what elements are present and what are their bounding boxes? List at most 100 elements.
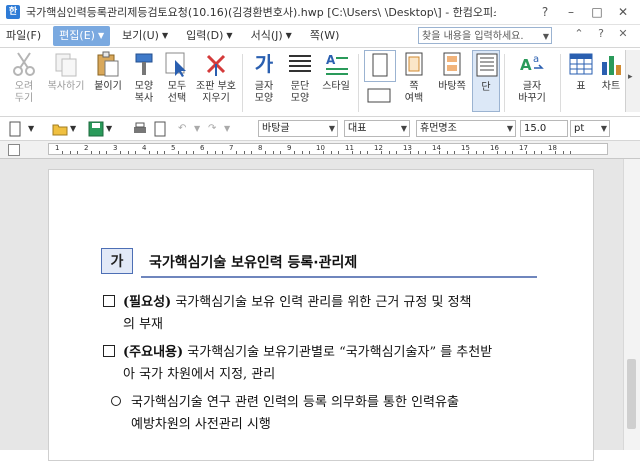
ruler-tick (185, 151, 187, 154)
ruler-tick (62, 151, 64, 154)
menu-view[interactable]: 보기(U) ▼ (116, 26, 174, 46)
style-button[interactable]: A 스타일 (318, 50, 354, 93)
cut-label: 오려 두기 (14, 81, 34, 104)
ribbon-separator (242, 54, 243, 112)
chevron-down-icon[interactable]: ▼ (543, 28, 549, 45)
clear-marks-button[interactable]: 조판 부호 지우기 (194, 50, 238, 105)
paragraph-1-line2: 의 부재 (123, 317, 164, 332)
heading-marker: 가 (101, 248, 133, 274)
chevron-down-icon[interactable]: ▼ (194, 121, 200, 137)
copy-button[interactable]: 복사하기 (44, 50, 88, 93)
master-page-button[interactable]: 바탕쪽 (434, 50, 470, 93)
menu-file[interactable]: 파일(F) (0, 26, 47, 46)
ruler-tick (424, 151, 426, 154)
menu-format[interactable]: 서식(J) ▼ (245, 26, 298, 46)
ruler-tick (410, 151, 412, 154)
ruler-tick (236, 151, 238, 154)
minimize-icon[interactable]: – (558, 2, 584, 22)
clear-marks-label: 조판 부호 지우기 (196, 81, 236, 104)
chevron-down-icon[interactable]: ▼ (224, 121, 230, 137)
page-landscape-button[interactable] (364, 86, 394, 107)
chevron-right-icon[interactable]: ▸ (628, 72, 633, 82)
page-portrait-icon (366, 51, 394, 79)
page-margin-icon (400, 50, 428, 78)
ruler-tick (417, 151, 419, 154)
ribbon-separator (560, 54, 561, 112)
square-bullet-icon (103, 295, 115, 307)
undo-icon[interactable]: ↶ (178, 121, 186, 137)
menu-page-label: 쪽(W) (309, 29, 340, 42)
format-painter-button[interactable]: 모양 복사 (128, 50, 160, 105)
ruler[interactable]: 1 2 3 4 5 6 7 8 9 10 11 12 13 14 15 16 17 18 (0, 141, 640, 159)
ruler-tick (366, 151, 368, 154)
ruler-tick (511, 151, 513, 154)
section-heading: 가 국가핵심기술 보유인력 등록·관리제 (101, 248, 537, 278)
ruler-tick (395, 151, 397, 154)
ribbon-scroll[interactable]: ▸ (625, 50, 640, 112)
language-select[interactable]: 대표 ▼ (344, 120, 410, 137)
circle-bullet-icon (111, 396, 121, 406)
ruler-tick (134, 151, 136, 154)
clear-marks-icon (202, 50, 230, 78)
font-size-input[interactable]: 15.0 (520, 120, 568, 137)
scrollbar-thumb[interactable] (627, 359, 636, 429)
chevron-down-icon[interactable]: ▼ (70, 121, 76, 137)
maximize-icon[interactable]: □ (584, 2, 610, 22)
format-painter-icon (130, 50, 158, 78)
ruler-tick (526, 151, 528, 154)
document-page[interactable]: 가 국가핵심기술 보유인력 등록·관리제 (필요성) 국가핵심기술 보유 인력 … (48, 169, 594, 461)
font-select[interactable]: 휴먼명조 ▼ (416, 120, 516, 137)
paste-icon (94, 50, 122, 78)
preview-icon[interactable] (152, 121, 168, 137)
menu-edit[interactable]: 편집(E) ▼ (53, 26, 111, 46)
chart-button[interactable]: 차트 (598, 50, 624, 93)
change-char-button[interactable]: Aa 글자 바꾸기 (510, 50, 554, 105)
ruler-tick (149, 151, 151, 154)
font-size-value: 15.0 (524, 123, 547, 134)
chevron-down-icon[interactable]: ▼ (106, 121, 112, 137)
ruler-tick (98, 151, 100, 154)
hwp-app-icon[interactable]: 한 (6, 5, 20, 19)
menu-edit-label: 편집(E) (59, 29, 95, 42)
help-icon[interactable]: ? (590, 27, 612, 40)
new-doc-icon[interactable] (8, 121, 22, 137)
char-shape-button[interactable]: 가 글자 모양 (248, 50, 280, 105)
collapse-ribbon-icon[interactable]: ⌃ (568, 27, 590, 40)
page-orientation-button[interactable] (364, 50, 396, 82)
menu-page[interactable]: 쪽(W) (304, 26, 346, 46)
para-shape-button[interactable]: 문단 모양 (284, 50, 316, 105)
select-all-button[interactable]: 모두 선택 (162, 50, 192, 105)
ruler-tick (446, 151, 448, 154)
redo-icon[interactable]: ↷ (208, 121, 216, 137)
ruler-number: 9 (287, 144, 292, 152)
style-value: 바탕글 (262, 123, 290, 134)
chart-label: 차트 (601, 81, 621, 92)
close-icon[interactable]: ✕ (610, 2, 636, 22)
char-shape-icon: 가 (254, 52, 274, 76)
menu-insert-label: 입력(D) (186, 29, 224, 42)
search-input[interactable]: 찾을 내용을 입력하세요. ▼ (418, 27, 552, 44)
style-select[interactable]: 바탕글 ▼ (258, 120, 338, 137)
page-margin-button[interactable]: 쪽 여백 (398, 50, 430, 105)
chevron-down-icon[interactable]: ▼ (28, 121, 34, 137)
open-folder-icon[interactable] (52, 121, 68, 137)
menu-insert[interactable]: 입력(D) ▼ (180, 26, 238, 46)
ruler-corner-icon[interactable] (8, 144, 20, 156)
ruler-tick (308, 151, 310, 154)
ruler-tick (323, 151, 325, 154)
paste-button[interactable]: 붙이기 (90, 50, 126, 93)
vertical-scrollbar[interactable] (623, 159, 640, 450)
ribbon-separator (504, 54, 505, 112)
cut-button[interactable]: 오려 두기 (6, 50, 42, 105)
save-icon[interactable] (88, 121, 104, 137)
unit-select[interactable]: pt ▼ (570, 120, 610, 137)
ruler-tick (294, 151, 296, 154)
columns-button[interactable]: 단 (472, 50, 500, 112)
menu-format-label: 서식(J) (250, 29, 283, 42)
print-icon[interactable] (132, 121, 148, 137)
chevron-down-icon: ▼ (97, 31, 105, 40)
close-doc-icon[interactable]: ✕ (612, 27, 634, 40)
select-all-label: 모두 선택 (167, 81, 187, 104)
help-icon[interactable]: ? (532, 2, 558, 22)
table-button[interactable]: 표 (566, 50, 596, 93)
